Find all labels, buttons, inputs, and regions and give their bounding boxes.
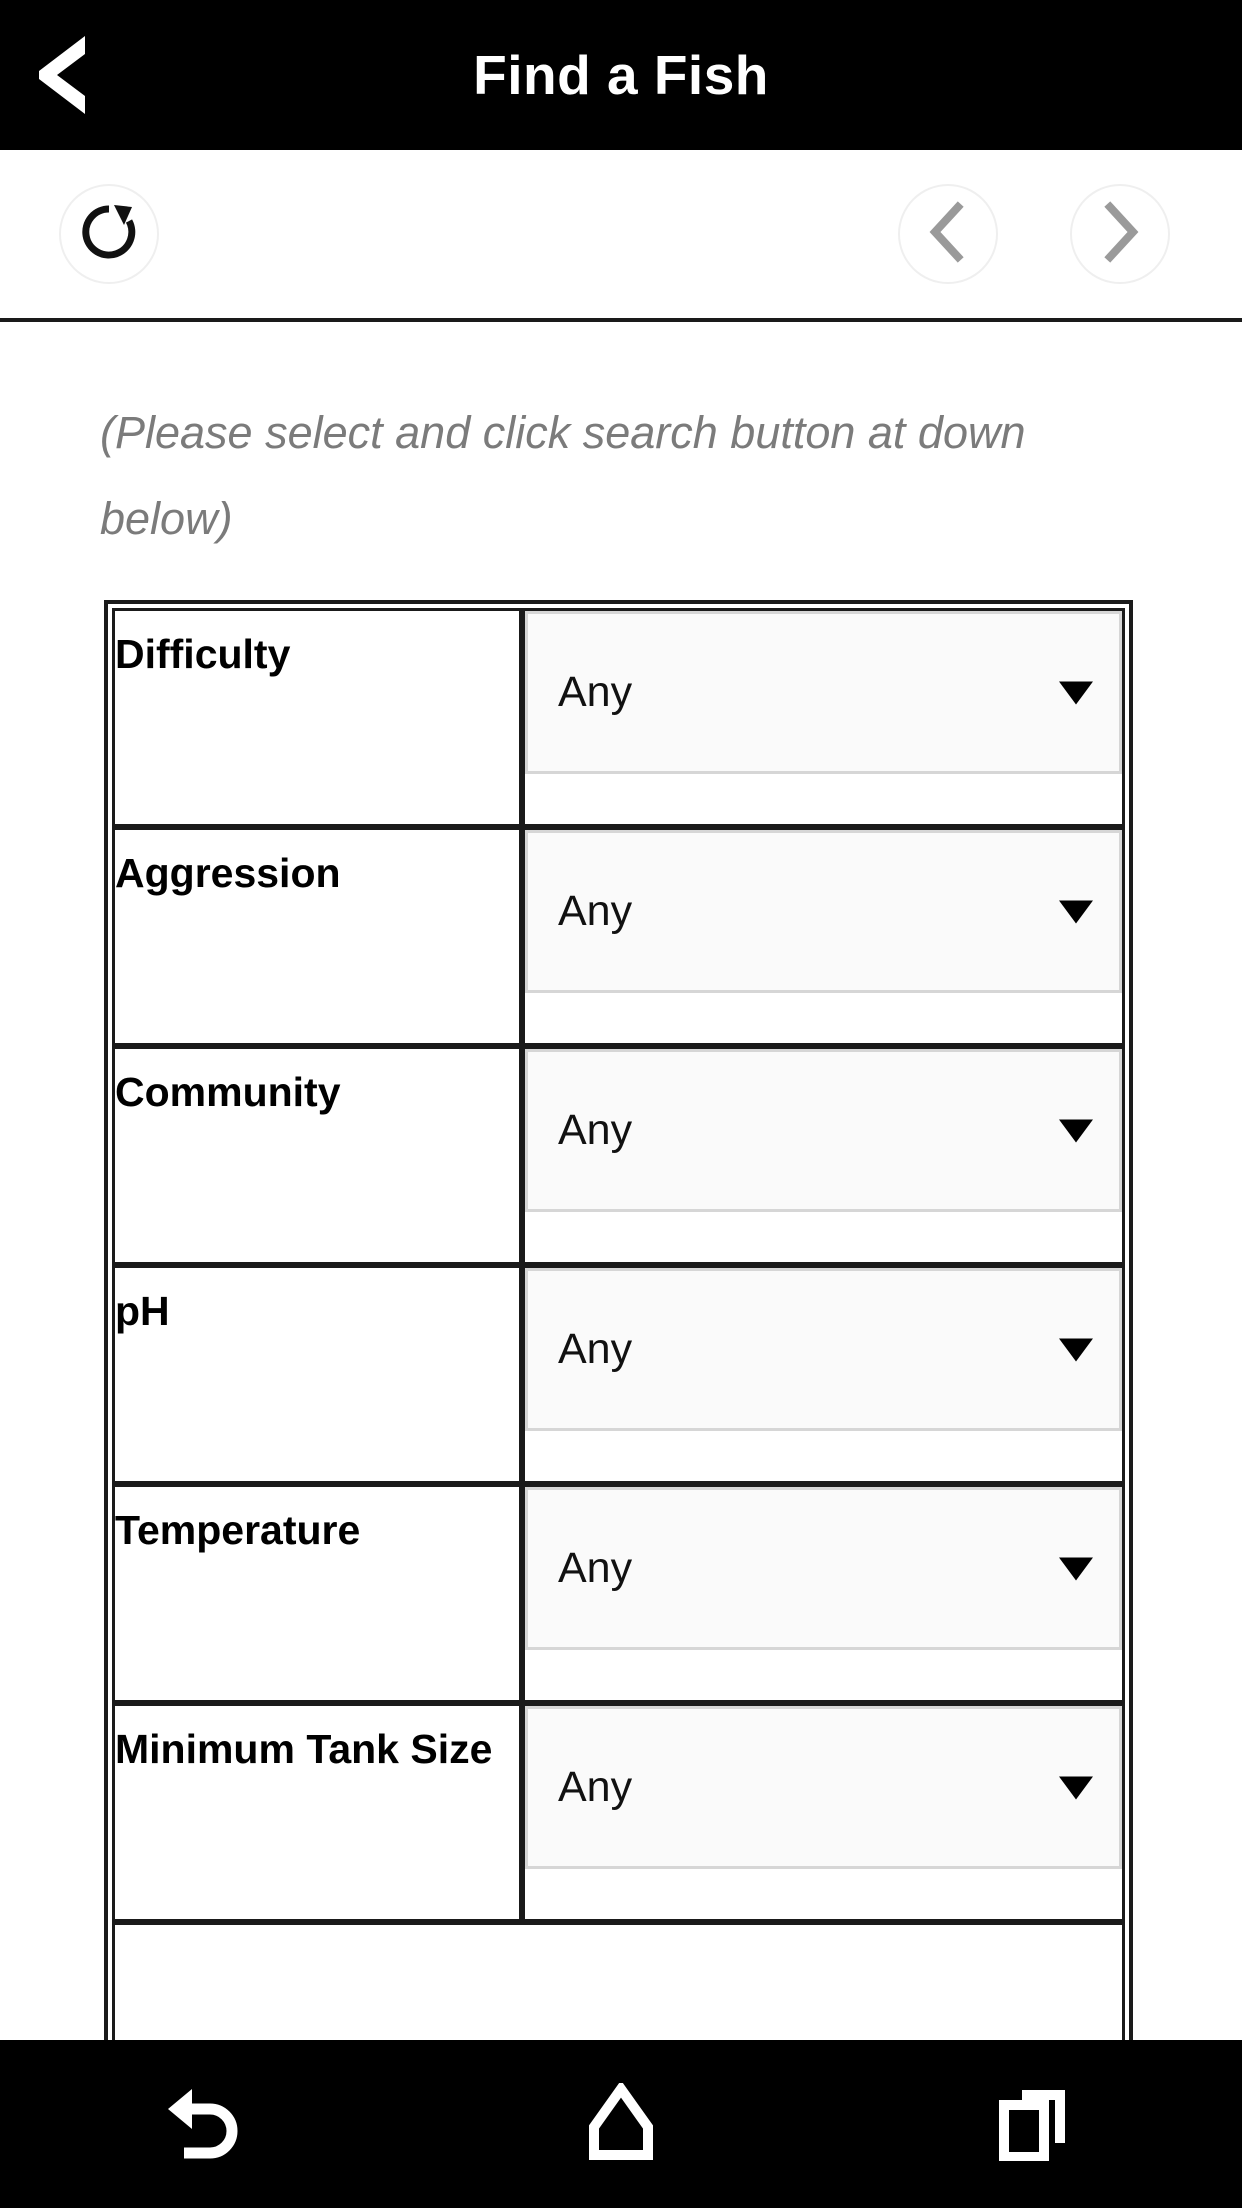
header-back-button[interactable] <box>22 30 102 120</box>
community-select[interactable]: Any <box>525 1049 1122 1212</box>
filter-control-cell: Any <box>522 1265 1125 1484</box>
select-value: Any <box>558 668 633 716</box>
browser-toolbar <box>0 150 1242 322</box>
filter-label-cell: Community <box>112 1046 522 1265</box>
filter-control-cell: Any <box>522 1484 1125 1703</box>
table-row: pH Any <box>112 1265 1125 1484</box>
select-value: Any <box>558 1106 633 1154</box>
home-icon <box>586 2079 656 2166</box>
select-value: Any <box>558 887 633 935</box>
table-row: Minimum Tank Size Any <box>112 1703 1125 1922</box>
browser-back-button[interactable] <box>900 186 996 282</box>
table-row <box>112 1922 1125 2040</box>
filter-label-cell: pH <box>112 1265 522 1484</box>
android-navigation-bar <box>0 2040 1242 2208</box>
table-row: Community Any <box>112 1046 1125 1265</box>
aggression-select[interactable]: Any <box>525 830 1122 993</box>
filter-label: Minimum Tank Size <box>115 1726 493 1772</box>
ph-select[interactable]: Any <box>525 1268 1122 1431</box>
chevron-down-icon <box>1059 681 1093 704</box>
back-arrow-icon <box>162 2083 252 2166</box>
filter-table: Difficulty Any Aggression Any Community … <box>112 608 1125 2040</box>
chevron-right-circle-icon <box>1097 200 1143 268</box>
chevron-down-icon <box>1059 900 1093 923</box>
chevron-down-icon <box>1059 1557 1093 1580</box>
filter-control-cell: Any <box>522 1046 1125 1265</box>
app-screen: Find a Fish (Please select and click sea… <box>0 0 1242 2208</box>
table-row: Aggression Any <box>112 827 1125 1046</box>
select-value: Any <box>558 1763 633 1811</box>
filter-label-cell: Aggression <box>112 827 522 1046</box>
app-header: Find a Fish <box>0 0 1242 150</box>
table-row: Temperature Any <box>112 1484 1125 1703</box>
filter-label-cell: Minimum Tank Size <box>112 1703 522 1922</box>
select-value: Any <box>558 1325 633 1373</box>
minimum-tank-size-select[interactable]: Any <box>525 1706 1122 1869</box>
chevron-down-icon <box>1059 1338 1093 1361</box>
instruction-text: (Please select and click search button a… <box>100 407 1026 544</box>
nav-recents-button[interactable] <box>960 2069 1110 2179</box>
chevron-left-circle-icon <box>925 200 971 268</box>
filter-label: pH <box>115 1288 170 1334</box>
refresh-icon <box>78 201 140 268</box>
filter-label-cell: Difficulty <box>112 608 522 827</box>
browser-forward-button[interactable] <box>1072 186 1168 282</box>
filter-control-cell: Any <box>522 1703 1125 1922</box>
filter-label: Aggression <box>115 850 341 896</box>
nav-back-button[interactable] <box>132 2069 282 2179</box>
web-page-content: (Please select and click search button a… <box>0 326 1242 2040</box>
chevron-down-icon <box>1059 1119 1093 1142</box>
temperature-select[interactable]: Any <box>525 1487 1122 1650</box>
nav-home-button[interactable] <box>546 2069 696 2179</box>
recents-icon <box>996 2083 1074 2166</box>
filter-control-cell: Any <box>522 827 1125 1046</box>
select-value: Any <box>558 1544 633 1592</box>
filter-control-cell: Any <box>522 608 1125 827</box>
filter-table-container: Difficulty Any Aggression Any Community … <box>104 600 1133 2040</box>
chevron-down-icon <box>1059 1776 1093 1799</box>
difficulty-select[interactable]: Any <box>525 611 1122 774</box>
table-row: Difficulty Any <box>112 608 1125 827</box>
filter-label: Community <box>115 1069 341 1115</box>
page-title: Find a Fish <box>473 44 769 106</box>
chevron-left-icon <box>31 32 93 118</box>
filter-label: Difficulty <box>115 631 291 677</box>
reload-button[interactable] <box>61 186 157 282</box>
filter-table-footer-cell <box>112 1922 1125 2040</box>
filter-label: Temperature <box>115 1507 361 1553</box>
filter-label-cell: Temperature <box>112 1484 522 1703</box>
